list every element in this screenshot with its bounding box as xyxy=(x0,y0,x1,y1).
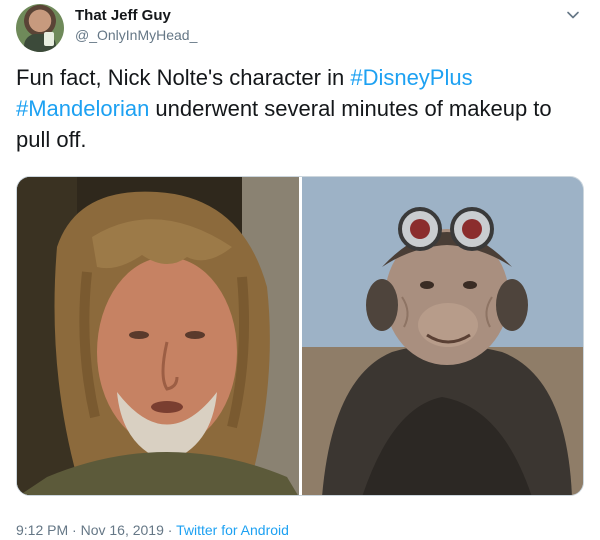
tweet-source[interactable]: Twitter for Android xyxy=(176,522,289,538)
kuiil-character-photo[interactable] xyxy=(302,177,583,495)
nick-nolte-photo[interactable] xyxy=(17,177,299,495)
tweet-text: Fun fact, Nick Nolte's character in #Dis… xyxy=(16,62,586,155)
avatar-cup xyxy=(44,32,54,46)
tweet-footer: 9:12 PM · Nov 16, 2019 · Twitter for And… xyxy=(16,522,289,538)
separator: · xyxy=(163,522,177,538)
kuiil-illustration xyxy=(302,177,583,495)
tweet-time[interactable]: 9:12 PM xyxy=(16,522,68,538)
separator: · xyxy=(68,522,81,538)
tweet-text-part: Fun fact, Nick Nolte's character in xyxy=(16,65,351,90)
tweet-card: That Jeff Guy @_OnlyInMyHead_ Fun fact, … xyxy=(0,0,600,540)
nick-nolte-illustration xyxy=(17,177,299,495)
hashtag-link[interactable]: #Mandelorian xyxy=(16,96,149,121)
user-handle[interactable]: @_OnlyInMyHead_ xyxy=(75,27,197,43)
tweet-date[interactable]: Nov 16, 2019 xyxy=(81,522,164,538)
media-container[interactable] xyxy=(16,176,584,496)
chevron-down-icon[interactable] xyxy=(566,8,580,22)
hashtag-link[interactable]: #DisneyPlus xyxy=(350,65,472,90)
display-name[interactable]: That Jeff Guy xyxy=(75,7,171,24)
avatar[interactable] xyxy=(16,4,64,52)
